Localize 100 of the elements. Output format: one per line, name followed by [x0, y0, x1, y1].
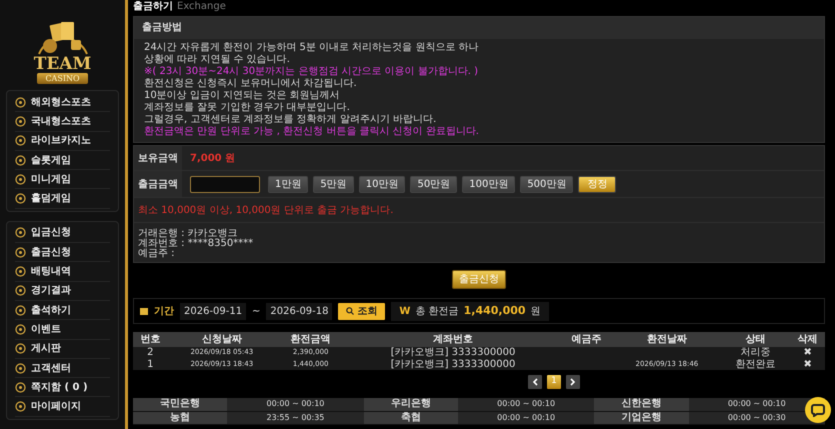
bank-name: 국민은행 — [133, 398, 228, 411]
account-info: 거래은행 : 카카오뱅크 — [138, 229, 238, 239]
circle-icon — [15, 362, 26, 374]
menu-item[interactable]: 경기결과 — [15, 282, 110, 301]
amount-button[interactable]: 1만원 — [268, 176, 308, 192]
circle-icon — [15, 174, 26, 185]
circle-icon — [15, 193, 26, 204]
menu-item[interactable]: 입금신청 — [15, 224, 110, 244]
menu-item[interactable]: 배팅내역 — [15, 262, 110, 282]
amount-button[interactable]: 50만원 — [410, 176, 458, 192]
notice-text: 환전금액은 만원 단위로 가능 , 환전신청 버튼을 클릭시 신청이 완료됩니다. — [144, 126, 480, 138]
menu-item[interactable]: 해외형스포츠 — [15, 93, 110, 112]
menu-item[interactable]: 라이브카지노 — [15, 132, 110, 151]
table-cell: 처리중 — [721, 347, 790, 358]
menu-item[interactable]: 슬롯게임 — [15, 150, 110, 170]
currency-symbol: W — [399, 304, 410, 318]
table-cell: [카카오뱅크] 3333300000 — [345, 347, 561, 358]
field-label: 보유금액 — [134, 146, 182, 170]
menu-item[interactable]: 출금신청 — [15, 243, 110, 262]
notice-text: 그럴경우, 고객센터로 계좌정보를 정확하게 알려주시기 바랍니다. — [144, 114, 438, 126]
column-header: 번호 — [133, 332, 168, 347]
menu-item[interactable]: 게시판 — [15, 340, 110, 359]
date-separator: ~ — [252, 304, 260, 318]
notice-text: 계좌정보를 잘못 기입한 경우가 대부분입니다. — [144, 102, 351, 114]
circle-icon — [15, 266, 26, 278]
menu-item[interactable]: 국내형스포츠 — [15, 112, 110, 132]
notice-text: 상황에 따라 지연될 수 있습니다. — [144, 54, 291, 66]
circle-icon — [15, 304, 26, 316]
search-button[interactable]: 조회 — [338, 302, 386, 320]
circle-icon — [15, 116, 26, 127]
amount-button[interactable]: 5만원 — [313, 176, 354, 192]
hours-text: 23:55 ~ 00:35 — [227, 411, 364, 424]
date-field[interactable]: 2026-09-11 — [180, 302, 246, 320]
menu-item[interactable]: 쪽지함 ( 0 ) — [15, 378, 110, 398]
circle-icon — [15, 135, 26, 146]
menu-item[interactable]: 미니게임 — [15, 170, 110, 190]
circle-icon — [15, 401, 26, 412]
column-header: 환전금액 — [276, 332, 346, 347]
circle-icon — [15, 343, 26, 354]
notice-text: 환전신청은 신청즉시 보유머니에서 차감됩니다. — [144, 78, 358, 90]
logo-title: TEAM — [34, 56, 92, 73]
notice-text: 10분이상 입금이 지연되는 것은 회원님께서 — [144, 90, 340, 102]
menu-item[interactable]: 홀덤게임 — [15, 189, 110, 209]
total-amount: 1,440,000 — [464, 302, 526, 319]
circle-icon — [15, 227, 26, 238]
bank-name: 기업은행 — [594, 411, 689, 424]
table-cell: 환전완료 — [721, 358, 790, 370]
circle-icon — [15, 324, 26, 335]
logo-subtitle: CASINO — [37, 73, 88, 84]
column-header: 예금주 — [560, 332, 613, 347]
column-header: 삭제 — [790, 332, 825, 347]
account-info: 예금주 : — [138, 249, 176, 259]
hours-text: 00:00 ~ 00:10 — [227, 398, 364, 411]
circle-icon — [15, 285, 26, 296]
page-title: 출금하기 — [133, 1, 173, 13]
amount-button[interactable]: 500만원 — [520, 176, 574, 192]
delete-button[interactable]: ✖ — [790, 358, 825, 370]
bank-name: 농협 — [133, 411, 228, 424]
date-field[interactable]: 2026-09-18 — [266, 302, 332, 320]
chat-button[interactable] — [805, 397, 831, 423]
total-label: 총 환전금 — [415, 304, 459, 318]
notice-heading: 출금방법 — [134, 16, 824, 38]
menu-item[interactable]: 마이페이지 — [15, 397, 110, 417]
menu-item[interactable]: 출석하기 — [15, 300, 110, 320]
circle-icon — [15, 246, 26, 258]
circle-icon — [15, 382, 26, 393]
calendar-icon — [140, 307, 148, 315]
next-button[interactable] — [566, 375, 580, 389]
notice-text: 24시간 자유롭게 환전이 가능하며 5분 이내로 처리하는것을 원칙으로 하나 — [144, 42, 480, 54]
amount-button[interactable]: 10만원 — [358, 176, 406, 192]
notice-text: ※( 23시 30분~24시 30분까지는 은행점검 시간으로 이용이 불가합니다. ) — [144, 66, 480, 78]
bank-name: 신한은행 — [594, 398, 689, 411]
table-cell: 2 — [133, 347, 168, 358]
delete-button[interactable]: ✖ — [790, 347, 825, 358]
chat-icon — [811, 403, 825, 417]
menu-item[interactable]: 이벤트 — [15, 320, 110, 340]
unit-label: 원 — [530, 304, 541, 318]
column-header: 신청날짜 — [168, 332, 276, 347]
search-icon — [346, 307, 354, 315]
table-cell: 1 — [133, 358, 168, 370]
chevron-right-icon — [570, 378, 576, 386]
column-header: 계좌번호 — [345, 332, 561, 347]
chevron-left-icon — [532, 378, 538, 386]
bank-name: 축협 — [364, 411, 458, 424]
amount-field[interactable] — [190, 176, 260, 192]
bank-name: 우리은행 — [364, 398, 458, 411]
hours-text: 00:00 ~ 00:10 — [458, 411, 594, 424]
amount-button[interactable]: 100만원 — [462, 176, 516, 192]
period-label: 기간 — [154, 304, 174, 318]
balance-amount: 7,000 원 — [189, 152, 236, 166]
warning-text: 최소 10,000원 이상, 10,000원 단위로 출금 가능합니다. — [137, 204, 394, 218]
circle-icon — [15, 96, 26, 108]
account-info: 계좌번호 : ****8350**** — [138, 239, 254, 249]
previous-button[interactable] — [528, 375, 542, 389]
page-subtitle: Exchange — [177, 1, 226, 13]
circle-icon — [15, 154, 26, 166]
menu-item[interactable]: 고객센터 — [15, 358, 110, 378]
table-cell: [카카오뱅크] 3333300000 — [345, 358, 561, 370]
field-label: 출금금액 — [134, 171, 182, 197]
column-header: 상태 — [721, 332, 790, 347]
